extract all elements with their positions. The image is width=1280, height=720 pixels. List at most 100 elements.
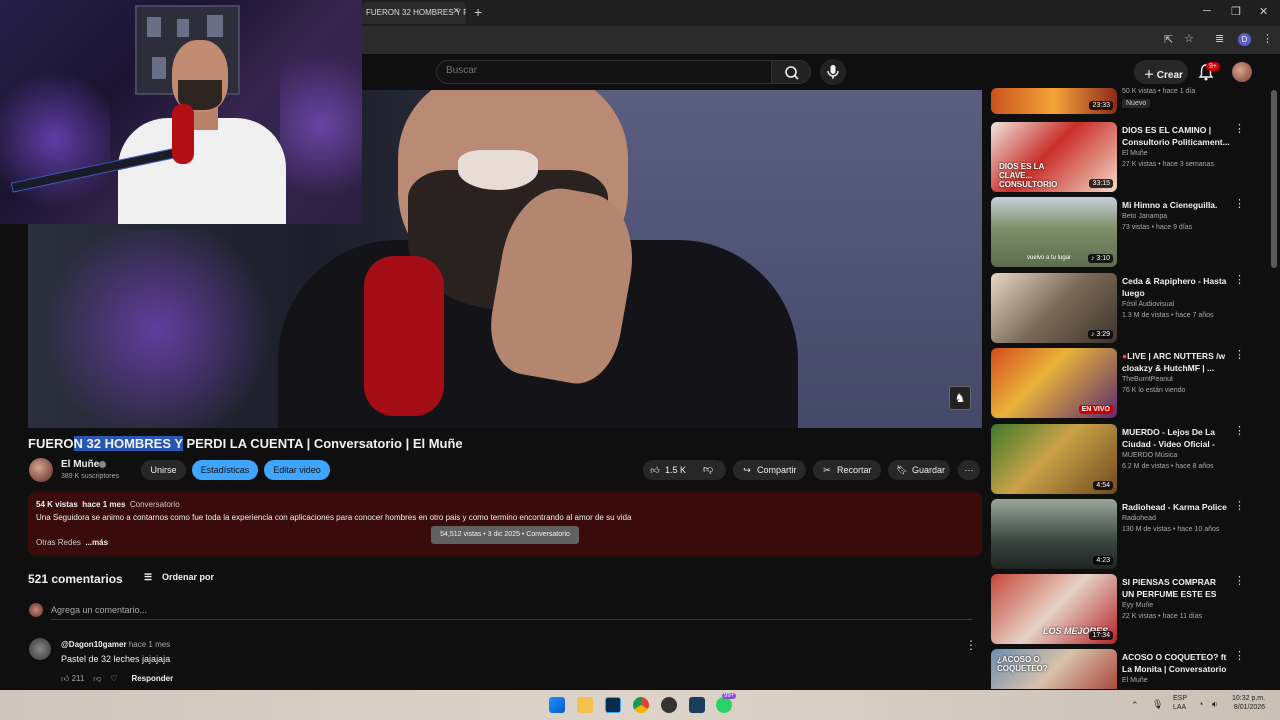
sidebar-video[interactable]: DIOS ES LA CLAVE... CONSULTORIO 33:15 DI…	[991, 122, 1251, 194]
clip-button[interactable]: ✂ Recortar	[813, 460, 881, 480]
page-scrollbar[interactable]	[1271, 90, 1277, 268]
photoshop-icon[interactable]	[605, 697, 621, 713]
video-channel[interactable]: MUERDO Música	[1122, 452, 1177, 459]
video-title[interactable]: SI PIENSAS COMPRAR UN PERFUME ESTE ES TU…	[1122, 576, 1230, 600]
tray-mic-icon[interactable]: 🎙︎	[1152, 699, 1163, 710]
thumbnail[interactable]: 4:54	[991, 424, 1117, 494]
wifi-icon[interactable]: ◔	[1198, 699, 1203, 709]
browser-profile-avatar[interactable]: D	[1238, 33, 1251, 46]
close-window-icon[interactable]: ✕	[1259, 5, 1268, 18]
stats-button[interactable]: Estadísticas	[192, 460, 258, 480]
comment-dislike-icon[interactable]: 👎︎	[93, 674, 101, 683]
sidebar-video[interactable]: 4:54 MUERDO - Lejos De La Ciudad - Video…	[991, 424, 1251, 496]
add-comment-input[interactable]: Agrega un comentario...	[51, 605, 147, 615]
video-menu-icon[interactable]: ⋮	[1234, 424, 1245, 437]
create-button[interactable]: ＋ Crear	[1134, 60, 1188, 84]
tab-close-icon[interactable]: ×	[453, 5, 459, 17]
comment-menu-icon[interactable]: ⋮	[965, 638, 977, 652]
search-button[interactable]	[771, 60, 811, 84]
thumbnail[interactable]: 4:23	[991, 499, 1117, 569]
save-button[interactable]: 🔖︎ Guardar	[888, 460, 950, 480]
browser-tab[interactable]: FUERON 32 HOMBRES Y P	[362, 2, 466, 24]
video-channel[interactable]: Radiohead	[1122, 515, 1156, 522]
heart-icon[interactable]: ♡	[110, 674, 117, 683]
channel-watermark-icon[interactable]: ♞	[949, 386, 971, 410]
join-button[interactable]: Unirse	[141, 460, 186, 480]
channel-avatar[interactable]	[29, 458, 53, 482]
voice-search-button[interactable]	[820, 59, 846, 85]
account-avatar[interactable]	[1232, 62, 1252, 82]
chrome-icon[interactable]	[633, 697, 649, 713]
thumbnail[interactable]: ♪ 3:29	[991, 273, 1117, 343]
thumbnail[interactable]: EN VIVO	[991, 348, 1117, 418]
video-channel[interactable]: Beto Janampa	[1122, 213, 1167, 220]
like-icon[interactable]: 👍︎	[649, 460, 661, 480]
file-explorer-icon[interactable]	[577, 697, 593, 713]
bookmark-star-icon[interactable]: ☆	[1184, 32, 1194, 45]
sidebar-video[interactable]: 4:23 Radiohead - Karma Police Radiohead …	[991, 499, 1251, 571]
install-icon[interactable]: ⇱	[1164, 33, 1173, 46]
video-menu-icon[interactable]: ⋮	[1234, 649, 1245, 662]
sidebar-video[interactable]: EN VIVO ●LIVE | ARC NUTTERS /w cloakzy &…	[991, 348, 1251, 420]
channel-name[interactable]: El Muñe	[61, 459, 99, 470]
video-menu-icon[interactable]: ⋮	[1234, 273, 1245, 286]
video-title[interactable]: ACOSO O COQUETEO? ft La Monita | Convers…	[1122, 651, 1230, 675]
video-menu-icon[interactable]: ⋮	[1234, 197, 1245, 210]
sidebar-video[interactable]: 23:33 50 K vistas • hace 1 día Nuevo	[991, 88, 1251, 114]
video-channel[interactable]: TheBurntPeanut	[1122, 376, 1173, 383]
sidebar-video[interactable]: vuelvo a tu lugar ♪ 3:10 Mi Himno a Cien…	[991, 197, 1251, 269]
windows-start-icon[interactable]	[549, 697, 565, 713]
thumbnail[interactable]: vuelvo a tu lugar ♪ 3:10	[991, 197, 1117, 267]
reply-button[interactable]: Responder	[131, 674, 173, 683]
sidebar-video[interactable]: LOS MEJORES 17:34 SI PIENSAS COMPRAR UN …	[991, 574, 1251, 646]
video-menu-icon[interactable]: ⋮	[1234, 122, 1245, 135]
edit-video-button[interactable]: Editar video	[264, 460, 330, 480]
more-actions-icon[interactable]: ⋯	[958, 460, 980, 480]
like-count[interactable]: 1.5 K	[665, 465, 686, 475]
description-tag[interactable]: Conversatorio	[130, 500, 180, 509]
thumbnail[interactable]: DIOS ES LA CLAVE... CONSULTORIO 33:15	[991, 122, 1117, 192]
video-title[interactable]: MUERDO - Lejos De La Ciudad - Video Ofic…	[1122, 426, 1230, 450]
video-title[interactable]: Ceda & Rapiphero - Hasta luego	[1122, 275, 1230, 299]
clock[interactable]: 10:32 p.m. 8/01/2026	[1232, 694, 1265, 712]
comment-author-handle[interactable]: @Dagon10gamer	[61, 640, 127, 649]
sidebar-video[interactable]: ¿ACOSO O COQUETEO? ACOSO O COQUETEO? ft …	[991, 649, 1251, 689]
sidebar-video[interactable]: ♪ 3:29 Ceda & Rapiphero - Hasta luego Fó…	[991, 273, 1251, 345]
video-title[interactable]: Mi Himno a Cieneguilla.	[1122, 199, 1230, 211]
search-input[interactable]	[446, 65, 746, 76]
thumbnail[interactable]: ¿ACOSO O COQUETEO?	[991, 649, 1117, 689]
video-title[interactable]: ●LIVE | ARC NUTTERS /w cloakzy & HutchMF…	[1122, 350, 1230, 374]
whatsapp-icon[interactable]	[716, 697, 732, 713]
video-channel[interactable]: Fósil Audiovisual	[1122, 301, 1174, 308]
comment-author-avatar[interactable]	[29, 638, 51, 660]
thumbnail[interactable]: 23:33	[991, 88, 1117, 114]
language-indicator[interactable]: ESP LAA	[1173, 694, 1187, 712]
video-channel[interactable]: El Muñe	[1122, 150, 1148, 157]
share-button[interactable]: ↪ Compartir	[733, 460, 806, 480]
duration-value: 3:10	[1096, 255, 1110, 262]
comment-author[interactable]: @Dagon10gamer hace 1 mes	[61, 640, 170, 649]
vscode-icon[interactable]	[689, 697, 705, 713]
video-menu-icon[interactable]: ⋮	[1234, 499, 1245, 512]
video-menu-icon[interactable]: ⋮	[1234, 574, 1245, 587]
volume-icon[interactable]: 🔉︎	[1212, 699, 1218, 710]
minimize-icon[interactable]: ─	[1203, 5, 1211, 17]
sort-button[interactable]: ☰ Ordenar por	[144, 572, 214, 583]
thumbnail-text: DIOS ES LA CLAVE... CONSULTORIO	[999, 162, 1058, 189]
browser-menu-icon[interactable]: ⋮	[1262, 32, 1273, 45]
dislike-icon[interactable]: 👎︎	[703, 463, 713, 475]
new-tab-icon[interactable]: +	[474, 4, 482, 20]
media-control-icon[interactable]: ≣	[1215, 32, 1224, 45]
video-menu-icon[interactable]: ⋮	[1234, 348, 1245, 361]
video-channel[interactable]: Eyy Muñe	[1122, 602, 1153, 609]
video-title[interactable]: Radiohead - Karma Police	[1122, 501, 1230, 513]
maximize-icon[interactable]: ❐	[1231, 5, 1241, 18]
video-title-text: LIVE | ARC NUTTERS /w cloakzy & HutchMF …	[1122, 351, 1226, 373]
comment-like-icon[interactable]: 👍︎	[61, 674, 69, 683]
video-channel[interactable]: El Muñe	[1122, 677, 1148, 684]
video-title[interactable]: DIOS ES EL CAMINO | Consultorio Politica…	[1122, 124, 1230, 148]
obs-icon[interactable]	[661, 697, 677, 713]
show-more-link[interactable]: ...más	[85, 538, 108, 547]
tray-expand-icon[interactable]: ⌃	[1131, 700, 1139, 711]
thumbnail[interactable]: LOS MEJORES 17:34	[991, 574, 1117, 644]
